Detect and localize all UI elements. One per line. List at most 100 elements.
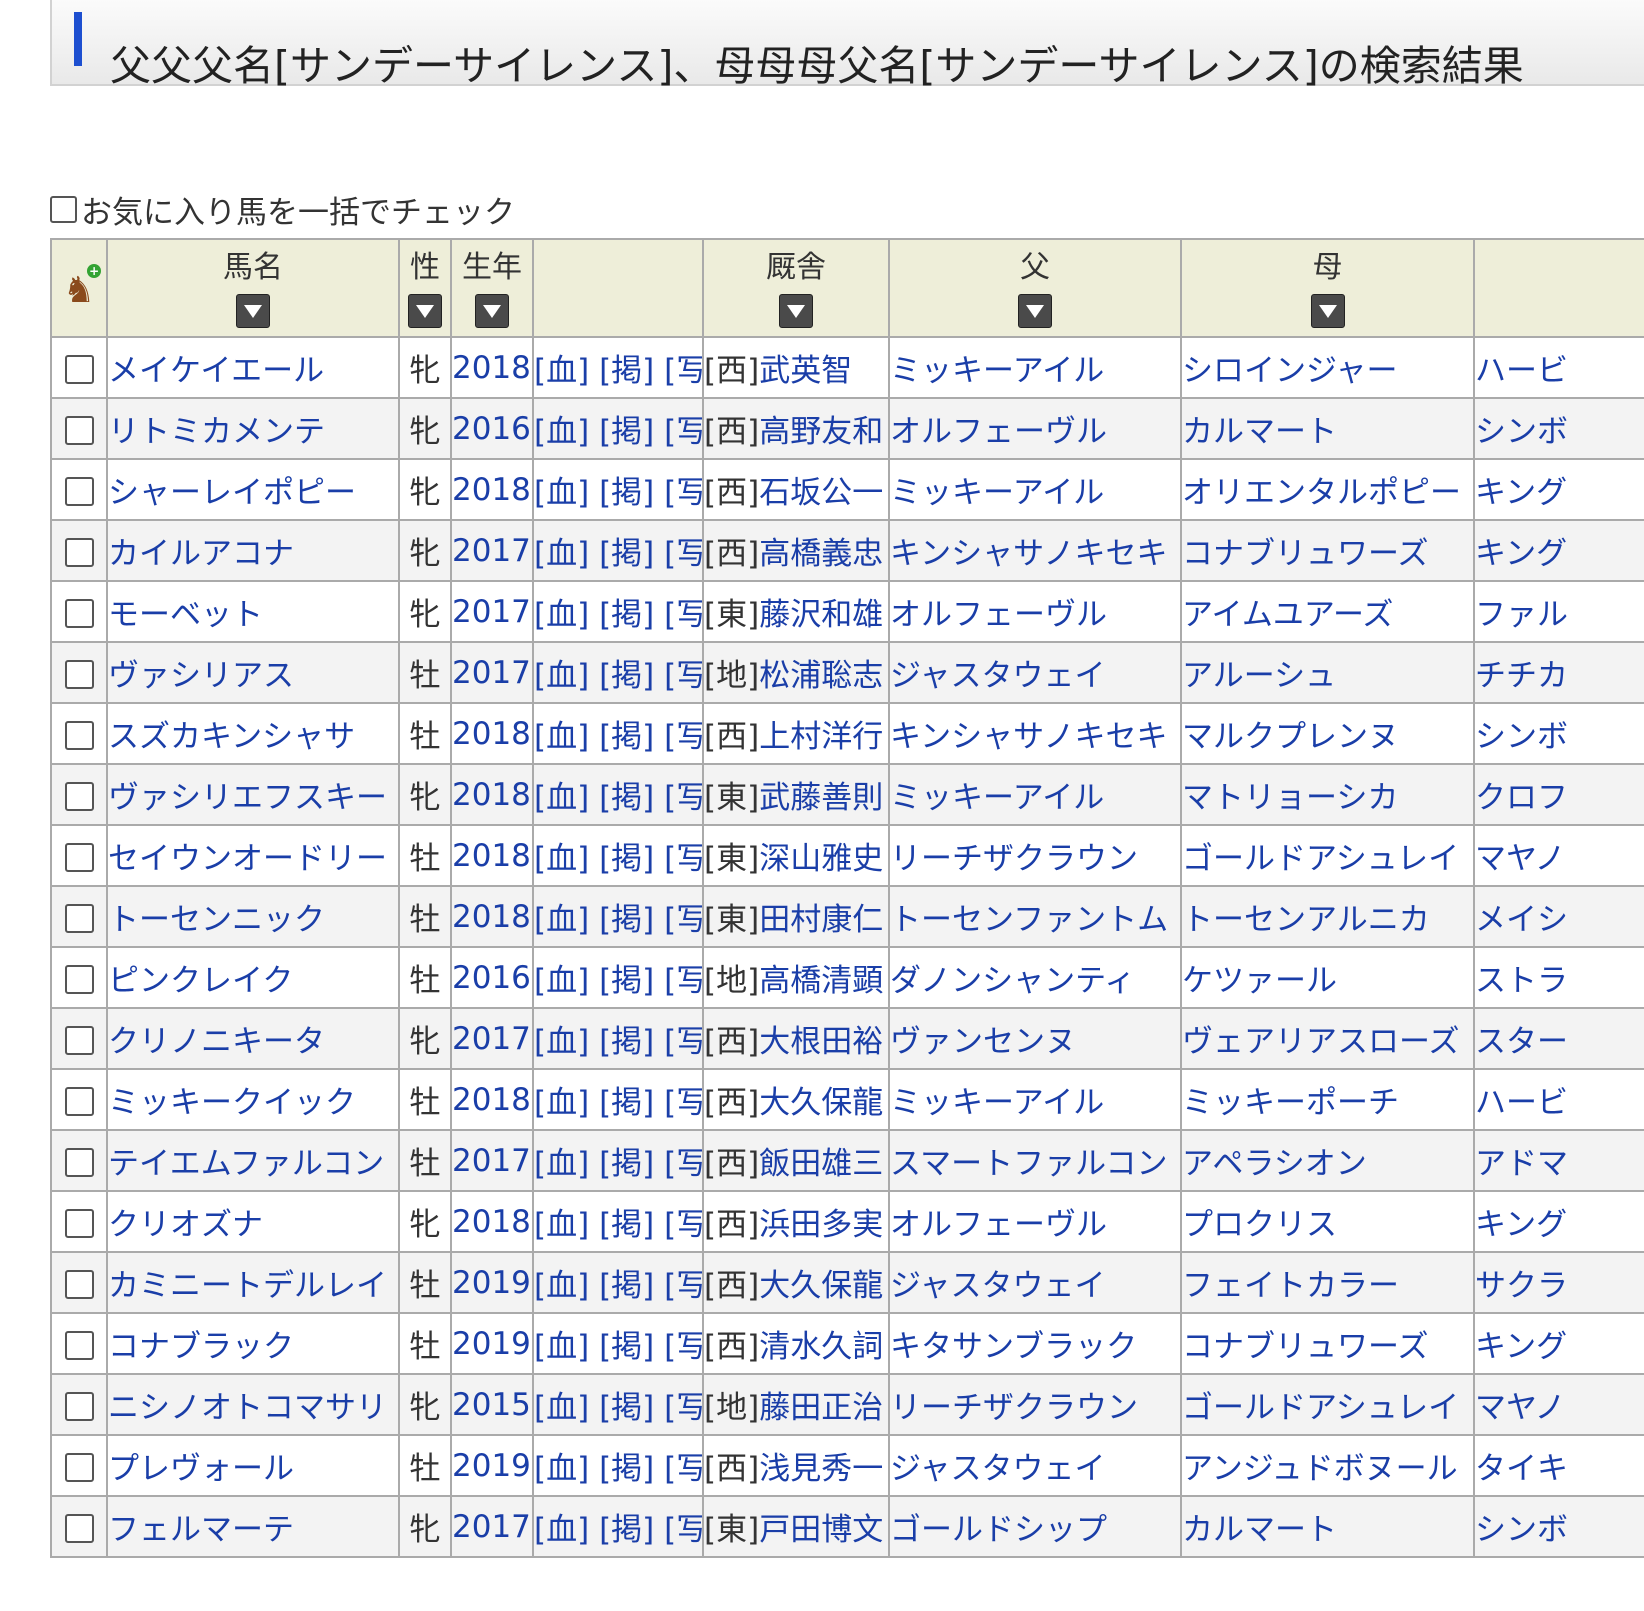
- broodmare-sire-link[interactable]: スター: [1476, 1024, 1568, 1060]
- sire-link[interactable]: ミッキーアイル: [891, 1085, 1104, 1121]
- broodmare-sire-link[interactable]: タイキ: [1476, 1451, 1568, 1487]
- dam-link[interactable]: トーセンアルニカ: [1183, 902, 1430, 938]
- pedigree-link[interactable]: [血]: [535, 597, 589, 633]
- board-link[interactable]: [掲]: [599, 353, 654, 389]
- pedigree-link[interactable]: [血]: [535, 475, 589, 511]
- sire-link[interactable]: スマートファルコン: [891, 1146, 1167, 1182]
- sort-dropdown-icon[interactable]: [779, 294, 813, 328]
- sire-link[interactable]: キンシャサノキセキ: [891, 536, 1167, 572]
- favorite-checkbox[interactable]: [64, 1147, 94, 1177]
- broodmare-sire-link[interactable]: マヤノ: [1476, 841, 1566, 877]
- birth-year-link[interactable]: 2018: [453, 472, 531, 508]
- board-link[interactable]: [掲]: [599, 1146, 654, 1182]
- board-link[interactable]: [掲]: [599, 963, 654, 999]
- trainer-link[interactable]: 戸田博文: [759, 1512, 883, 1548]
- sort-dropdown-icon[interactable]: [408, 294, 442, 328]
- broodmare-sire-link[interactable]: シンボ: [1476, 414, 1568, 450]
- trainer-link[interactable]: 石坂公一: [759, 475, 883, 511]
- favorite-checkbox[interactable]: [64, 476, 94, 506]
- birth-year-link[interactable]: 2016: [453, 960, 531, 996]
- birth-year-link[interactable]: 2018: [453, 716, 531, 752]
- sire-link[interactable]: リーチザクラウン: [891, 841, 1138, 877]
- photo-link[interactable]: [写]: [664, 475, 701, 511]
- trainer-link[interactable]: 高野友和: [759, 414, 883, 450]
- photo-link[interactable]: [写]: [664, 1512, 701, 1548]
- photo-link[interactable]: [写]: [664, 1085, 701, 1121]
- trainer-link[interactable]: 浜田多実: [759, 1207, 883, 1243]
- trainer-link[interactable]: 上村洋行: [759, 719, 883, 755]
- pedigree-link[interactable]: [血]: [535, 902, 589, 938]
- sire-link[interactable]: オルフェーヴル: [891, 414, 1107, 450]
- favorite-checkbox[interactable]: [64, 1269, 94, 1299]
- broodmare-sire-link[interactable]: キング: [1476, 536, 1567, 572]
- horse-name-link[interactable]: コナブラック: [109, 1329, 294, 1365]
- photo-link[interactable]: [写]: [664, 536, 701, 572]
- sire-link[interactable]: ヴァンセンヌ: [891, 1024, 1076, 1060]
- favorite-checkbox[interactable]: [64, 537, 94, 567]
- broodmare-sire-link[interactable]: サクラ: [1476, 1268, 1568, 1304]
- broodmare-sire-link[interactable]: チチカ: [1476, 658, 1568, 694]
- horse-name-link[interactable]: モーベット: [109, 597, 263, 633]
- broodmare-sire-link[interactable]: ハービ: [1476, 353, 1568, 389]
- photo-link[interactable]: [写]: [664, 963, 701, 999]
- birth-year-link[interactable]: 2019: [453, 1326, 531, 1362]
- dam-link[interactable]: ミッキーポーチ: [1183, 1085, 1399, 1121]
- birth-year-link[interactable]: 2017: [453, 1509, 531, 1545]
- favorite-checkbox[interactable]: [64, 964, 94, 994]
- dam-link[interactable]: ケツァール: [1183, 963, 1337, 999]
- broodmare-sire-link[interactable]: キング: [1476, 1207, 1567, 1243]
- sire-link[interactable]: ジャスタウェイ: [891, 1268, 1105, 1304]
- dam-link[interactable]: コナブリュワーズ: [1183, 1329, 1428, 1365]
- birth-year-link[interactable]: 2019: [453, 1448, 531, 1484]
- pedigree-link[interactable]: [血]: [535, 1512, 589, 1548]
- favorite-column-header[interactable]: ♞ +: [50, 238, 108, 338]
- broodmare-sire-link[interactable]: シンボ: [1476, 719, 1568, 755]
- sire-link[interactable]: キンシャサノキセキ: [891, 719, 1167, 755]
- board-link[interactable]: [掲]: [599, 658, 654, 694]
- trainer-link[interactable]: 深山雅史: [759, 841, 883, 877]
- photo-link[interactable]: [写]: [664, 780, 701, 816]
- birth-year-link[interactable]: 2016: [453, 411, 531, 447]
- board-link[interactable]: [掲]: [599, 475, 654, 511]
- dam-link[interactable]: アイムユアーズ: [1183, 597, 1393, 633]
- broodmare-sire-link[interactable]: ファル: [1476, 597, 1568, 633]
- trainer-link[interactable]: 浅見秀一: [759, 1451, 883, 1487]
- board-link[interactable]: [掲]: [599, 414, 654, 450]
- trainer-link[interactable]: 大根田裕: [759, 1024, 883, 1060]
- board-link[interactable]: [掲]: [599, 1329, 654, 1365]
- horse-name-link[interactable]: プレヴォール: [109, 1451, 294, 1487]
- pedigree-link[interactable]: [血]: [535, 1268, 589, 1304]
- sire-link[interactable]: ダノンシャンティ: [891, 963, 1135, 999]
- horse-add-icon[interactable]: ♞ +: [63, 264, 102, 311]
- bulk-favorite-check[interactable]: お気に入り馬を一括でチェック: [50, 188, 515, 231]
- broodmare-sire-link[interactable]: マヤノ: [1476, 1390, 1566, 1426]
- trainer-link[interactable]: 藤田正治: [759, 1390, 883, 1426]
- dam-link[interactable]: フェイトカラー: [1183, 1268, 1399, 1304]
- board-link[interactable]: [掲]: [599, 719, 654, 755]
- dam-link[interactable]: オリエンタルポピー: [1183, 475, 1461, 511]
- favorite-checkbox[interactable]: [64, 354, 94, 384]
- horse-name-link[interactable]: シャーレイポピー: [109, 475, 356, 511]
- photo-link[interactable]: [写]: [664, 353, 701, 389]
- broodmare-sire-link[interactable]: アドマ: [1476, 1146, 1568, 1182]
- horse-name-link[interactable]: ピンクレイク: [109, 963, 293, 999]
- sort-dropdown-icon[interactable]: [475, 294, 509, 328]
- favorite-checkbox[interactable]: [64, 1330, 94, 1360]
- photo-link[interactable]: [写]: [664, 719, 701, 755]
- photo-link[interactable]: [写]: [664, 658, 701, 694]
- birth-year-link[interactable]: 2017: [453, 533, 531, 569]
- trainer-link[interactable]: 武藤善則: [759, 780, 883, 816]
- horse-name-link[interactable]: セイウンオードリー: [109, 841, 387, 877]
- trainer-link[interactable]: 高橋義忠: [759, 536, 883, 572]
- dam-link[interactable]: カルマート: [1183, 414, 1337, 450]
- board-link[interactable]: [掲]: [599, 1390, 654, 1426]
- photo-link[interactable]: [写]: [664, 1268, 701, 1304]
- pedigree-link[interactable]: [血]: [535, 719, 589, 755]
- photo-link[interactable]: [写]: [664, 1024, 701, 1060]
- favorite-checkbox[interactable]: [64, 781, 94, 811]
- pedigree-link[interactable]: [血]: [535, 1451, 589, 1487]
- broodmare-sire-link[interactable]: ハービ: [1476, 1085, 1568, 1121]
- pedigree-link[interactable]: [血]: [535, 1329, 589, 1365]
- horse-name-link[interactable]: トーセンニック: [109, 902, 325, 938]
- sire-link[interactable]: リーチザクラウン: [891, 1390, 1138, 1426]
